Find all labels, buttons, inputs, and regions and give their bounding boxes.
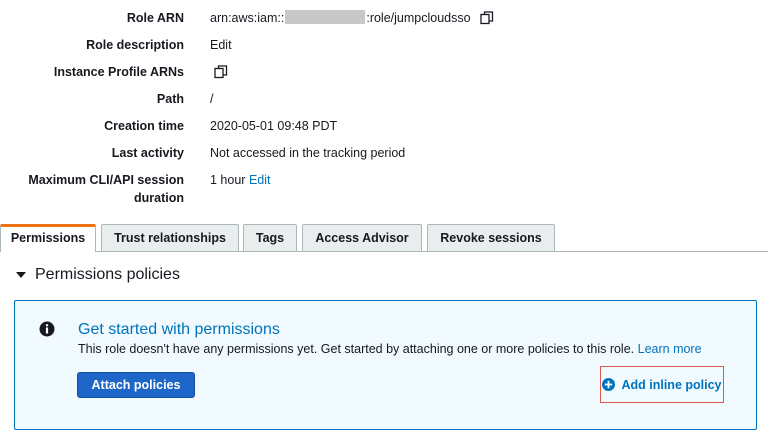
path-label: Path bbox=[156, 92, 184, 106]
tab-trust-relationships[interactable]: Trust relationships bbox=[101, 224, 239, 251]
role-arn-label: Role ARN bbox=[126, 11, 184, 25]
instance-profile-arns-row: Instance Profile ARNs bbox=[0, 63, 768, 83]
copy-icon[interactable] bbox=[214, 65, 228, 79]
learn-more-link[interactable]: Learn more bbox=[638, 342, 702, 356]
max-session-label-line2: duration bbox=[134, 191, 184, 205]
role-tabs: Permissions Trust relationships Tags Acc… bbox=[0, 224, 768, 252]
get-started-panel: Get started with permissions This role d… bbox=[14, 300, 757, 430]
panel-title: Get started with permissions bbox=[78, 321, 280, 338]
instance-profile-arns-label: Instance Profile ARNs bbox=[53, 65, 184, 79]
panel-text: This role doesn't have any permissions y… bbox=[78, 342, 635, 356]
path-value: / bbox=[210, 92, 214, 106]
last-activity-label: Last activity bbox=[111, 146, 184, 160]
role-description-edit-link[interactable]: Edit bbox=[210, 36, 232, 54]
role-description-row: Role description Edit bbox=[0, 36, 768, 56]
creation-time-label: Creation time bbox=[104, 119, 184, 133]
tab-access-advisor[interactable]: Access Advisor bbox=[302, 224, 422, 251]
role-arn-prefix: arn:aws:iam:: bbox=[210, 11, 285, 25]
max-session-label: Maximum CLI/API session duration bbox=[0, 171, 184, 207]
add-inline-policy-label: Add inline policy bbox=[621, 377, 722, 392]
attach-policies-button[interactable]: Attach policies bbox=[77, 372, 195, 398]
creation-time-row: Creation time 2020-05-01 09:48 PDT bbox=[0, 117, 768, 137]
tab-revoke-sessions[interactable]: Revoke sessions bbox=[427, 224, 555, 251]
max-session-row: Maximum CLI/API session duration 1 hour … bbox=[0, 171, 768, 209]
role-arn-value: arn:aws:iam:::role/jumpcloudsso bbox=[210, 9, 494, 27]
max-session-duration: 1 hour bbox=[210, 173, 246, 187]
role-arn-suffix: :role/jumpcloudsso bbox=[366, 11, 471, 25]
add-inline-policy-button[interactable]: Add inline policy bbox=[600, 366, 724, 403]
role-arn-row: Role ARN arn:aws:iam:::role/jumpcloudsso bbox=[0, 9, 768, 29]
caret-down-icon bbox=[16, 272, 26, 278]
permissions-policies-toggle[interactable]: Permissions policies bbox=[16, 264, 180, 286]
info-icon bbox=[39, 321, 55, 337]
copy-icon[interactable] bbox=[480, 11, 494, 25]
max-session-label-line1: Maximum CLI/API session bbox=[28, 173, 184, 187]
plus-circle-icon bbox=[602, 378, 616, 391]
permissions-policies-title: Permissions policies bbox=[35, 266, 180, 283]
tab-permissions[interactable]: Permissions bbox=[0, 224, 96, 252]
tab-tags[interactable]: Tags bbox=[243, 224, 297, 251]
last-activity-value: Not accessed in the tracking period bbox=[210, 146, 406, 160]
redacted-account-id bbox=[285, 10, 366, 24]
last-activity-row: Last activity Not accessed in the tracki… bbox=[0, 144, 768, 164]
path-row: Path / bbox=[0, 90, 768, 110]
instance-profile-arns-value bbox=[208, 63, 228, 81]
panel-description: This role doesn't have any permissions y… bbox=[78, 342, 702, 356]
max-session-value: 1 hour Edit bbox=[210, 171, 270, 189]
creation-time-value: 2020-05-01 09:48 PDT bbox=[210, 119, 338, 133]
role-description-label: Role description bbox=[86, 38, 184, 52]
max-session-edit-link[interactable]: Edit bbox=[249, 173, 271, 187]
